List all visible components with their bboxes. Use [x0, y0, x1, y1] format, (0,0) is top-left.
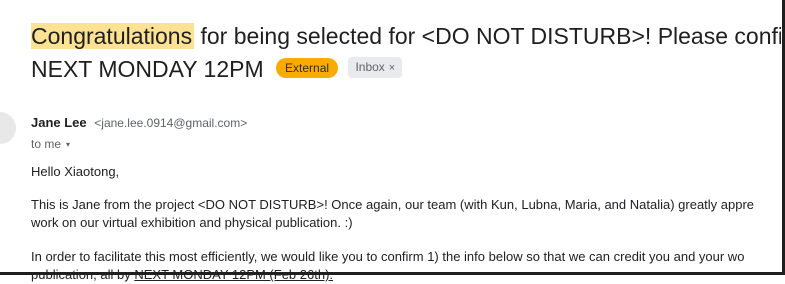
recipient-details[interactable]: to me ▾ [31, 137, 70, 151]
chevron-down-icon[interactable]: ▾ [66, 140, 70, 149]
subject-line-1: Congratulations for being selected for <… [31, 20, 781, 53]
body-paragraph-1-line-2: work on our virtual exhibition and physi… [31, 215, 353, 230]
subject-highlight: Congratulations [31, 23, 195, 49]
external-label: External [276, 57, 339, 78]
recipient-text: to me [31, 137, 62, 151]
body-paragraph-2-line-2: publication, all by NEXT MONDAY 12PM (Fe… [31, 266, 781, 284]
subject-text: for being selected for <DO NOT DISTURB>!… [194, 23, 781, 49]
sender-line: Jane Lee <jane.lee.0914@gmail.com> [31, 115, 247, 130]
body-paragraph-2-line-1: In order to facilitate this most efficie… [31, 249, 745, 264]
remove-label-icon[interactable]: × [389, 62, 395, 74]
email-body: Hello Xiaotong, This is Jane from the pr… [31, 163, 781, 284]
inbox-label[interactable]: Inbox × [348, 57, 403, 79]
subject-text-2: NEXT MONDAY 12PM [31, 56, 264, 82]
sender-name[interactable]: Jane Lee [31, 115, 87, 130]
body-paragraph-1-line-1: This is Jane from the project <DO NOT DI… [31, 197, 755, 212]
inbox-label-text: Inbox [355, 60, 385, 75]
email-subject: Congratulations for being selected for <… [31, 20, 781, 86]
sender-avatar [0, 112, 16, 144]
sender-email: <jane.lee.0914@gmail.com> [94, 116, 248, 130]
body-greeting: Hello Xiaotong, [31, 164, 120, 179]
subject-line-2: NEXT MONDAY 12PM External Inbox × [31, 53, 781, 86]
